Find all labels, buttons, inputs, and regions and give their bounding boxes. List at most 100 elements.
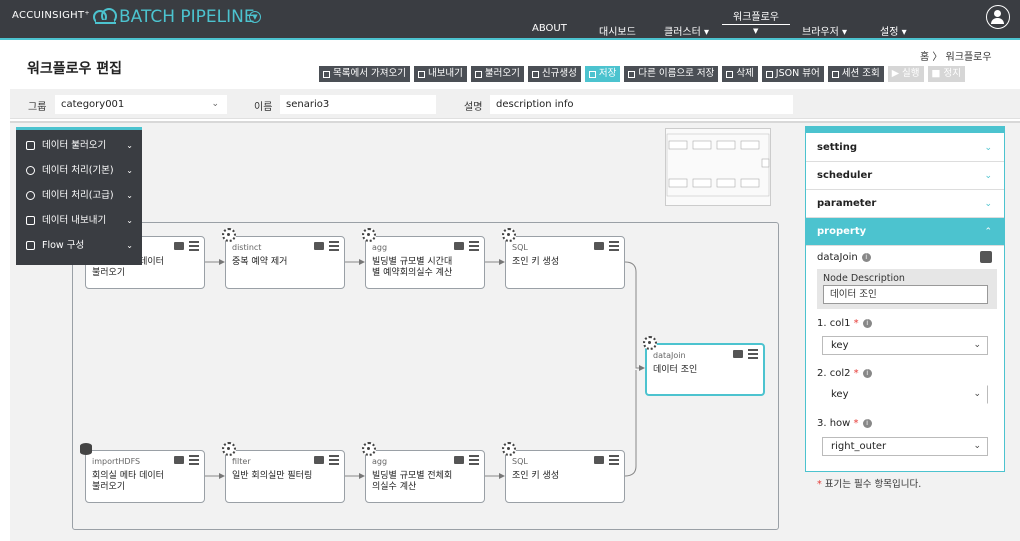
list-icon[interactable] <box>469 455 479 465</box>
gear-icon <box>26 191 35 200</box>
accordion-label: setting <box>817 142 857 153</box>
node-description: 회의실 메타 데이터 불러오기 <box>92 471 164 492</box>
database-icon <box>26 216 35 225</box>
required-mark: * <box>817 479 822 490</box>
field-col2-label: 2. col2 * i <box>817 368 872 379</box>
node-description: 데이터 조인 <box>653 365 698 375</box>
palette-label: 데이터 처리(고급) <box>42 190 114 201</box>
chevron-down-icon: ⌄ <box>126 141 133 150</box>
palette-label: 데이터 불러오기 <box>42 140 107 151</box>
workflow-node-agg-total[interactable]: agg 빌딩별 규모별 전체회의실수 계산 <box>362 442 485 503</box>
info-icon[interactable]: i <box>862 319 872 328</box>
chevron-down-icon: ⌄ <box>973 389 981 399</box>
node-description: 일반 회의실만 필터링 <box>232 471 313 481</box>
palette-label: 데이터 내보내기 <box>42 215 107 226</box>
accordion-label: property <box>817 226 867 237</box>
node-description: 빌딩별 규모별 전체회의실수 계산 <box>372 471 453 492</box>
node-type: SQL <box>512 457 528 466</box>
gear-icon <box>222 228 236 242</box>
chevron-up-icon: ⌃ <box>984 227 992 237</box>
workflow-node-filter[interactable]: filter 일반 회의실만 필터링 <box>222 442 345 503</box>
accordion-label: parameter <box>817 198 877 209</box>
camera-icon[interactable] <box>314 242 324 250</box>
palette-data-process-advanced[interactable]: 데이터 처리(고급) ⌄ <box>16 183 142 208</box>
gear-icon <box>362 228 376 242</box>
node-description: 중복 예약 제거 <box>232 257 288 267</box>
list-icon[interactable] <box>609 241 619 251</box>
accordion-setting[interactable]: setting ⌄ <box>806 134 1004 162</box>
workflow-node-datajoin[interactable]: dataJoin 데이터 조인 <box>643 336 765 396</box>
camera-icon[interactable] <box>454 456 464 464</box>
node-type: SQL <box>512 243 528 252</box>
gear-icon <box>502 228 516 242</box>
list-icon[interactable] <box>609 455 619 465</box>
workflow-node-sql-bottom[interactable]: SQL 조인 키 생성 <box>502 442 625 503</box>
info-icon[interactable]: i <box>862 369 872 378</box>
list-icon[interactable] <box>469 241 479 251</box>
camera-icon[interactable] <box>454 242 464 250</box>
camera-icon[interactable] <box>594 456 604 464</box>
col1-select[interactable]: key ⌄ <box>822 336 988 355</box>
chevron-down-icon: ⌄ <box>984 143 992 153</box>
workflow-node-distinct[interactable]: distinct 중복 예약 제거 <box>222 228 345 289</box>
list-icon[interactable] <box>329 455 339 465</box>
camera-icon[interactable] <box>314 456 324 464</box>
field-col1-label: 1. col1 * i <box>817 318 872 329</box>
accordion-property[interactable]: property ⌃ <box>806 218 1004 246</box>
required-mark: * <box>853 418 859 429</box>
chevron-down-icon: ⌄ <box>984 171 992 181</box>
workflow-node-agg-reserved[interactable]: agg 빌딩별 규모별 시간대별 예약회의실수 계산 <box>362 228 485 289</box>
node-description-input[interactable]: 데이터 조인 <box>823 285 988 304</box>
edit-icon[interactable] <box>980 251 992 263</box>
palette-data-import[interactable]: 데이터 불러오기 ⌄ <box>16 133 142 158</box>
accordion-scheduler[interactable]: scheduler ⌄ <box>806 162 1004 190</box>
camera-icon[interactable] <box>174 456 184 464</box>
field-label: 1. col1 <box>817 318 851 329</box>
col2-select[interactable]: key ⌄ <box>822 385 988 404</box>
node-type: agg <box>372 457 388 466</box>
gear-icon <box>222 442 236 456</box>
gear-icon <box>362 442 376 456</box>
how-select[interactable]: right_outer ⌄ <box>822 437 988 456</box>
accordion-label: scheduler <box>817 170 873 181</box>
database-icon <box>80 443 92 455</box>
accordion-parameter[interactable]: parameter ⌄ <box>806 190 1004 218</box>
list-icon[interactable] <box>189 455 199 465</box>
palette-data-process-basic[interactable]: 데이터 처리(기본) ⌄ <box>16 158 142 183</box>
chevron-down-icon: ⌄ <box>984 199 992 209</box>
chevron-down-icon: ⌄ <box>126 216 133 225</box>
camera-icon[interactable] <box>594 242 604 250</box>
required-mark: * <box>853 318 859 329</box>
node-description: 조인 키 생성 <box>512 257 560 267</box>
node-type: filter <box>232 457 251 466</box>
node-description: 빌딩별 규모별 시간대별 예약회의실수 계산 <box>372 257 453 278</box>
workflow-node-import-hdfs[interactable]: importHDFS 회의실 메타 데이터 불러오기 <box>80 443 205 503</box>
node-palette-menu: 데이터 불러오기 ⌄ 데이터 처리(기본) ⌄ 데이터 처리(고급) ⌄ 데이터 내보… <box>16 127 142 265</box>
camera-icon[interactable] <box>733 350 743 358</box>
list-icon[interactable] <box>748 349 758 359</box>
flow-icon <box>26 241 35 250</box>
info-icon[interactable]: i <box>862 419 872 428</box>
palette-label: Flow 구성 <box>42 240 85 251</box>
gear-icon <box>643 336 657 350</box>
info-icon[interactable]: i <box>861 253 871 262</box>
list-icon[interactable] <box>329 241 339 251</box>
palette-data-export[interactable]: 데이터 내보내기 ⌄ <box>16 208 142 233</box>
camera-icon[interactable] <box>174 242 184 250</box>
node-description-title: Node Description <box>823 273 905 284</box>
chevron-down-icon: ⌄ <box>126 241 133 250</box>
list-icon[interactable] <box>189 241 199 251</box>
palette-label: 데이터 처리(기본) <box>42 165 114 176</box>
panel-drag-handle[interactable] <box>806 127 1004 133</box>
chevron-down-icon: ⌄ <box>973 441 981 451</box>
chevron-down-icon: ⌄ <box>126 166 133 175</box>
select-value: right_outer <box>831 441 887 452</box>
database-icon <box>26 141 35 150</box>
workflow-node-sql-top[interactable]: SQL 조인 키 생성 <box>502 228 625 289</box>
node-type: agg <box>372 243 388 252</box>
node-name: dataJoin <box>817 252 858 263</box>
select-value: key <box>831 389 849 400</box>
footnote-text: 표기는 필수 항목입니다. <box>824 479 922 490</box>
chevron-down-icon: ⌄ <box>973 340 981 350</box>
palette-flow-config[interactable]: Flow 구성 ⌄ <box>16 233 142 258</box>
